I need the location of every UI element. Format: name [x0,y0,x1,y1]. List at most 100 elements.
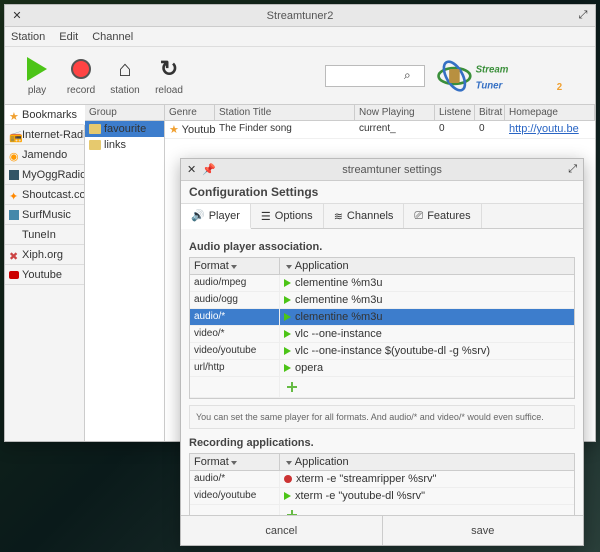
tab-myoggradio[interactable]: MyOggRadio [5,165,84,185]
group-header: Group [85,105,164,121]
chevron-down-icon [231,265,237,269]
add-row[interactable] [190,377,574,398]
tab-bookmarks[interactable]: ★Bookmarks [5,105,85,125]
app-logo: Stream Tuner 2 [435,52,585,100]
play-icon [284,492,291,500]
col-format[interactable]: Format [190,454,280,470]
table-row[interactable]: video/youtubexterm -e "youtube-dl %srv" [190,488,574,505]
close-icon[interactable]: ✕ [11,10,23,22]
table-row[interactable]: audio/oggclementine %m3u [190,292,574,309]
play-icon [284,364,291,372]
speaker-icon: 🔊 [191,209,205,222]
play-icon [284,313,291,321]
main-titlebar: ✕ Streamtuner2 ⤢ [5,5,595,27]
tab-player[interactable]: 🔊Player [181,204,251,229]
table-row[interactable]: audio/*xterm -e "streamripper %srv" [190,471,574,488]
cancel-button[interactable]: cancel [181,516,383,545]
svg-text:Tuner: Tuner [476,80,504,91]
tunein-icon [9,230,19,240]
bookmark-icon: ★ [9,110,19,120]
col-genre[interactable]: Genre [165,105,215,120]
play-icon [284,296,291,304]
channel-tabs: ★Bookmarks 📻Internet-Radio ◉Jamendo MyOg… [5,105,85,441]
col-format[interactable]: Format [190,258,280,274]
play-icon [23,55,51,83]
record-button[interactable]: record [59,52,103,100]
table-row[interactable]: video/*vlc --one-instance [190,326,574,343]
xiph-icon: ✖ [9,250,19,260]
group-column: Group favourite links [85,105,165,441]
pin-icon[interactable]: 📌 [202,163,216,176]
tab-surfmusic[interactable]: SurfMusic [5,205,84,225]
shoutcast-icon: ✦ [9,190,19,200]
list-row[interactable]: ★ Youtube The Finder song current_ 0 0 h… [165,121,595,139]
table-row[interactable]: video/youtubevlc --one-instance $(youtub… [190,343,574,360]
close-icon[interactable]: ✕ [187,163,196,176]
tab-shoutcast[interactable]: ✦Shoutcast.com [5,185,84,205]
homepage-link[interactable]: http://youtu.be [509,123,579,135]
surfmusic-icon [9,210,19,220]
chevron-down-icon [231,461,237,465]
features-icon: ⎚ [414,210,423,223]
table-row[interactable]: url/httpopera [190,360,574,377]
recording-assoc-table: Format Application audio/*xterm -e "stre… [189,453,575,521]
chevron-down-icon [286,461,292,465]
col-bitrate[interactable]: Bitrat [475,105,505,120]
table-row[interactable]: audio/*clementine %m3u [190,309,574,326]
play-button[interactable]: play [15,52,59,100]
menu-channel[interactable]: Channel [92,31,133,43]
audio-assoc-table: Format Application audio/mpegclementine … [189,257,575,399]
tab-jamendo[interactable]: ◉Jamendo [5,145,84,165]
tab-xiph[interactable]: ✖Xiph.org [5,245,84,265]
group-links[interactable]: links [85,137,164,153]
reload-icon: ↻ [155,55,183,83]
col-homepage[interactable]: Homepage [505,105,595,120]
col-application[interactable]: Application [280,258,574,274]
tab-options[interactable]: ☰Options [251,204,324,228]
reload-button[interactable]: ↻reload [147,52,191,100]
jamendo-icon: ◉ [9,150,19,160]
folder-icon [89,124,101,134]
col-title[interactable]: Station Title [215,105,355,120]
search-box: ⌕ [325,65,425,87]
svg-text:2: 2 [557,82,562,93]
tab-features[interactable]: ⎚Features [404,204,481,228]
menu-station[interactable]: Station [11,31,45,43]
play-icon [284,330,291,338]
record-icon [67,55,95,83]
folder-icon [89,140,101,150]
options-icon: ☰ [261,210,271,223]
tab-tunein[interactable]: TuneIn [5,225,84,245]
channels-icon: ≋ [334,210,343,223]
dialog-buttons: cancel save [181,515,583,545]
table-row[interactable]: audio/mpegclementine %m3u [190,275,574,292]
group-favourite[interactable]: favourite [85,121,164,137]
svg-text:Stream: Stream [476,64,509,75]
radio-icon: 📻 [9,130,19,140]
settings-dialog: ✕ 📌 streamtuner settings ⤢ Configuration… [180,158,584,546]
maximize-icon[interactable]: ⤢ [568,163,577,176]
home-icon: ⌂ [111,55,139,83]
col-application[interactable]: Application [280,454,574,470]
recording-section-label: Recording applications. [189,437,575,449]
ogg-icon [9,170,19,180]
dialog-title: streamtuner settings [216,164,568,176]
tab-youtube[interactable]: Youtube [5,265,84,285]
col-nowplaying[interactable]: Now Playing [355,105,435,120]
record-icon [284,475,292,483]
tab-internet-radio[interactable]: 📻Internet-Radio [5,125,84,145]
dialog-subtitle: Configuration Settings [181,181,583,204]
menu-edit[interactable]: Edit [59,31,78,43]
station-button[interactable]: ⌂station [103,52,147,100]
audio-section-label: Audio player association. [189,241,575,253]
maximize-icon[interactable]: ⤢ [577,10,589,22]
play-icon [284,279,291,287]
search-input[interactable] [330,70,404,82]
search-icon[interactable]: ⌕ [404,68,411,83]
tab-channels[interactable]: ≋Channels [324,204,405,228]
col-listeners[interactable]: Listene [435,105,475,120]
list-header: Genre Station Title Now Playing Listene … [165,105,595,121]
save-button[interactable]: save [383,516,584,545]
chevron-down-icon [286,265,292,269]
hint-audio: You can set the same player for all form… [189,405,575,429]
